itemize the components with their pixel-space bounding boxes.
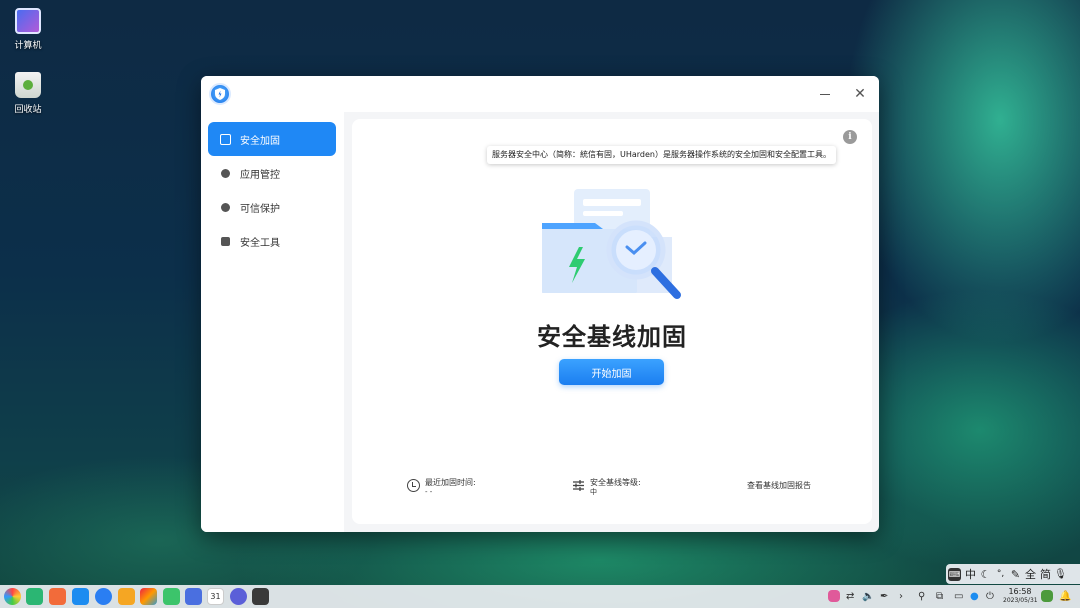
search-icon[interactable]: ⚲ [918, 589, 925, 604]
sidebar-item-label: 安全加固 [240, 135, 280, 147]
chevron-right-icon[interactable]: › [899, 589, 903, 604]
view-report-link[interactable]: 查看基线加固报告 [747, 480, 811, 491]
desktop-icon-label: 计算机 [14, 41, 42, 51]
app-logo-shield-icon [209, 83, 231, 105]
computer-icon [15, 8, 41, 34]
ime-fullwidth-toggle[interactable]: 全 [1023, 566, 1038, 582]
power-icon[interactable]: ⏻ [986, 589, 994, 604]
ime-keyboard-icon[interactable]: ⌨ [948, 567, 961, 581]
terminal-icon[interactable] [252, 588, 269, 605]
ime-chinese-toggle[interactable]: 中 [963, 566, 978, 582]
history-icon [407, 479, 420, 492]
security-scan-illustration [542, 189, 681, 299]
desktop-icon-trash[interactable]: 回收站 [0, 72, 56, 115]
clock-time: 16:58 [1008, 587, 1032, 596]
browser-tray-icon[interactable]: ● [970, 589, 979, 604]
minimize-button[interactable] [815, 86, 835, 102]
sidebar-item-label: 安全工具 [240, 237, 280, 249]
pen-tool-icon[interactable]: ✒ [880, 589, 888, 604]
tray-shield-icon[interactable] [1041, 590, 1053, 602]
app-window: ✕ 安全加固 应用管控 可信保护 安全工具 i 服务器安全中心（简称：統信有固，… [201, 76, 879, 532]
level-label: 安全基线等级: [590, 478, 641, 487]
last-time-label: 最近加固时间: [425, 478, 476, 487]
display-icon[interactable]: ▭ [954, 589, 963, 604]
sidebar-item-app-control[interactable]: 应用管控 [208, 156, 336, 190]
clock[interactable]: 16:58 2023/05/31 [1003, 587, 1038, 605]
notification-bell-icon[interactable]: 🔔 [1059, 589, 1071, 604]
clock-date: 2023/05/31 [1003, 597, 1038, 604]
taskbar: 31 ⇄ 🔈 ✒ › ⚲ ⧉ ▭ ● ⏻ 16:58 2023/05/31 🔔 [0, 585, 1080, 608]
music-icon[interactable] [163, 588, 180, 605]
start-hardening-button[interactable]: 开始加固 [559, 359, 664, 385]
level-value: 中 [590, 488, 597, 496]
app-control-icon [221, 168, 230, 178]
baseline-level: 安全基线等级: 中 [572, 477, 641, 497]
monitor-icon [220, 133, 231, 145]
sidebar-item-label: 应用管控 [240, 169, 280, 181]
sidebar-item-security-hardening[interactable]: 安全加固 [208, 122, 336, 156]
screenshot-icon[interactable]: ⧉ [936, 589, 943, 604]
sidebar-item-security-tools[interactable]: 安全工具 [208, 224, 336, 258]
info-tooltip: 服务器安全中心（简称：統信有固，UHarden）是服务器操作系统的安全加固和安全… [487, 146, 836, 164]
image-viewer-icon[interactable] [140, 588, 157, 605]
page-title: 安全基线加固 [537, 323, 687, 351]
browser-icon[interactable] [95, 588, 112, 605]
app-store-icon[interactable] [118, 588, 135, 605]
trash-icon [15, 72, 41, 98]
titlebar[interactable]: ✕ [201, 76, 879, 112]
search-shield-icon [221, 202, 230, 212]
punctuation-icon[interactable]: °, [993, 569, 1008, 579]
tray-app-icon[interactable] [828, 590, 840, 602]
close-button[interactable]: ✕ [851, 85, 869, 103]
microphone-icon[interactable]: 🎙 [1053, 569, 1068, 580]
sidebar-item-trusted-protection[interactable]: 可信保护 [208, 190, 336, 224]
sidebar: 安全加固 应用管控 可信保护 安全工具 [201, 112, 344, 532]
ime-simplified-toggle[interactable]: 简 [1038, 566, 1053, 582]
main-panel: i 服务器安全中心（简称：統信有固，UHarden）是服务器操作系统的安全加固和… [352, 119, 872, 524]
sidebar-item-label: 可信保护 [240, 203, 280, 215]
info-icon[interactable]: i [843, 130, 857, 144]
volume-icon[interactable]: 🔈 [862, 589, 874, 604]
sliders-icon [573, 480, 584, 491]
settings-icon[interactable] [230, 588, 247, 605]
last-time-value: - - [425, 488, 433, 496]
moon-icon[interactable]: ☾ [978, 568, 993, 581]
app-grid-icon[interactable] [49, 588, 66, 605]
toolbox-icon [221, 236, 230, 246]
launcher-icon[interactable] [4, 588, 21, 605]
ime-toolbar: ⌨ 中 ☾ °, ✎ 全 简 🎙 [946, 564, 1080, 584]
last-hardening-time: 最近加固时间: - - [407, 477, 476, 497]
file-manager-icon[interactable] [72, 588, 89, 605]
calendar-icon[interactable]: 31 [207, 588, 224, 605]
document-icon[interactable] [185, 588, 202, 605]
desktop-icon-computer[interactable]: 计算机 [0, 8, 56, 51]
desktop-icon-label: 回收站 [14, 105, 42, 115]
pen-icon[interactable]: ✎ [1008, 568, 1023, 581]
network-transfer-icon[interactable]: ⇄ [846, 589, 854, 604]
multitask-view-icon[interactable] [26, 588, 43, 605]
